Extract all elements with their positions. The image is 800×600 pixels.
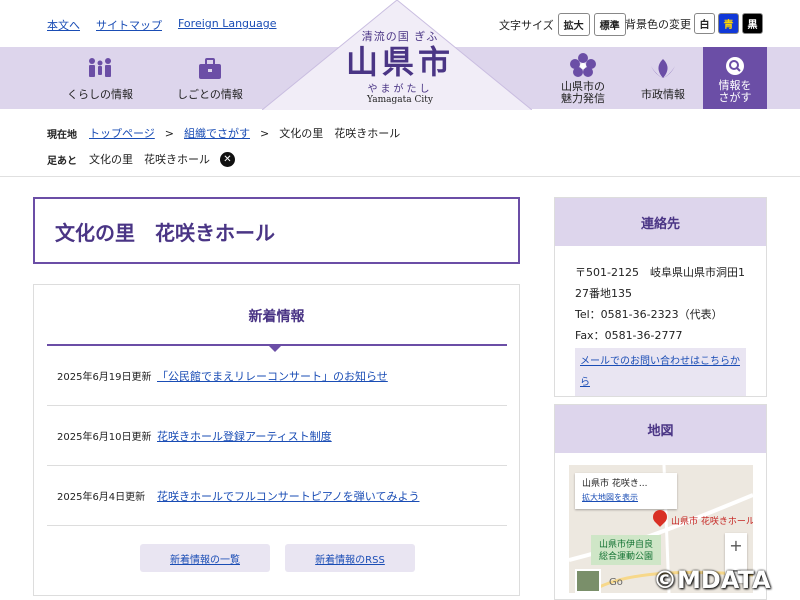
breadcrumb-current: 現在地 トップページ > 組織でさがす > 文化の里 花咲きホール <box>47 125 400 141</box>
news-item: 2025年6月10日更新 花咲きホール登録アーティスト制度 <box>47 406 507 466</box>
news-buttons: 新着情報の一覧 新着情報のRSS <box>140 544 415 572</box>
contact-fax: Fax：0581-36-2777 <box>575 329 683 342</box>
nav-shigoto[interactable]: しごとの情報 <box>160 56 260 108</box>
watermark: ©MDATA <box>653 566 771 594</box>
nav-search-label: 情報を さがす <box>703 80 767 104</box>
logo-kana: やまがたし <box>367 84 433 95</box>
nav-kurashi[interactable]: くらしの情報 <box>50 56 150 108</box>
map-park-line2: 総合運動公園 <box>599 552 654 562</box>
news-item: 2025年6月19日更新 「公民館でまえリレーコンサート」のお知らせ <box>47 346 507 406</box>
news-date: 2025年6月19日更新 <box>57 372 152 383</box>
breadcrumb-separator: > <box>260 126 270 140</box>
bg-black-button[interactable]: 黒 <box>742 13 763 34</box>
map-park-line1: 山県市伊自良 <box>599 540 654 550</box>
nav-miryoku-line2: 魅力発信 <box>561 92 605 105</box>
sitemap-link[interactable]: サイトマップ <box>96 17 162 33</box>
page-title: 文化の里 花咲きホール <box>55 221 275 245</box>
news-date: 2025年6月10日更新 <box>57 432 152 443</box>
page-title-box: 文化の里 花咲きホール <box>33 197 520 264</box>
breadcrumb: 現在地 トップページ > 組織でさがす > 文化の里 花咲きホール 足あと 文化… <box>47 125 400 167</box>
bg-color-label: 背景色の変更 <box>625 17 691 31</box>
close-icon[interactable]: ✕ <box>220 151 235 167</box>
nav-shigoto-label: しごとの情報 <box>177 88 243 101</box>
nav-search[interactable]: 情報を さがす <box>703 47 767 109</box>
breadcrumb-separator: > <box>164 126 174 140</box>
news-link[interactable]: 花咲きホール登録アーティスト制度 <box>157 428 332 444</box>
map-pin-label: 山県市 花咲きホール <box>671 517 753 527</box>
zoom-in-button[interactable]: + <box>725 533 747 558</box>
contact-address-2: 27番地135 <box>575 287 632 300</box>
site-logo[interactable]: 清流の国 ぎふ 山県市 やまがたし Yamagata City <box>330 28 470 105</box>
family-icon <box>89 58 111 77</box>
news-link[interactable]: 花咲きホールでフルコンサートピアノを弾いてみよう <box>157 488 419 504</box>
briefcase-icon <box>199 58 221 79</box>
news-link[interactable]: 「公民館でまえリレーコンサート」のお知らせ <box>157 368 388 384</box>
flower-icon <box>570 53 596 77</box>
breadcrumb-current-page: 文化の里 花咲きホール <box>279 127 401 140</box>
bg-white-button[interactable]: 白 <box>694 13 715 34</box>
logo-tagline: 清流の国 ぎふ <box>361 30 439 43</box>
footprint: 足あと 文化の里 花咲きホール ✕ <box>47 151 400 167</box>
search-icon <box>726 57 744 75</box>
map-park-label: 山県市伊自良 総合運動公園 <box>599 539 653 563</box>
skip-to-content-link[interactable]: 本文へ <box>47 17 80 33</box>
breadcrumb-top-link[interactable]: トップページ <box>89 125 155 141</box>
city-emblem-icon <box>651 59 675 78</box>
news-title: 新着情報 <box>248 309 305 325</box>
map-enlarge-link[interactable]: 拡大地図を表示 <box>582 493 638 502</box>
contact-title: 連絡先 <box>555 198 766 246</box>
news-list-button[interactable]: 新着情報の一覧 <box>140 544 270 572</box>
contact-tel: Tel：0581-36-2323（代表） <box>575 308 723 321</box>
bg-blue-button[interactable]: 青 <box>718 13 739 34</box>
news-item: 2025年6月4日更新 花咲きホールでフルコンサートピアノを弾いてみよう <box>47 466 507 526</box>
divider <box>0 176 800 177</box>
nav-shisei-label: 市政情報 <box>641 88 685 101</box>
contact-address-1: 〒501-2125 岐阜県山県市洞田1 <box>575 266 745 279</box>
bg-color-control: 背景色の変更 白 青 黒 <box>625 13 763 34</box>
nav-shisei[interactable]: 市政情報 <box>613 56 713 108</box>
news-date: 2025年6月4日更新 <box>57 492 146 503</box>
map-title: 地図 <box>555 405 766 453</box>
font-standard-button[interactable]: 標準 <box>593 13 626 36</box>
font-enlarge-button[interactable]: 拡大 <box>557 13 590 36</box>
logo-english: Yamagata City <box>367 95 433 105</box>
contact-body: 〒501-2125 岐阜県山県市洞田1 27番地135 Tel：0581-36-… <box>555 246 766 412</box>
footprint-label: 足あと <box>47 155 77 167</box>
contact-mail-link[interactable]: メールでのお問い合わせはこちらから <box>575 348 746 396</box>
breadcrumb-org-link[interactable]: 組織でさがす <box>184 125 250 141</box>
utility-links: 本文へ サイトマップ Foreign Language <box>47 17 277 33</box>
map-satellite-thumbnail[interactable] <box>575 569 601 593</box>
nav-search-line2: さがす <box>718 91 752 104</box>
contact-box: 連絡先 〒501-2125 岐阜県山県市洞田1 27番地135 Tel：0581… <box>554 197 767 397</box>
logo-name: 山県市 <box>345 43 454 81</box>
news-list: 2025年6月19日更新 「公民館でまえリレーコンサート」のお知らせ 2025年… <box>47 346 507 526</box>
google-logo: Go <box>609 577 623 588</box>
map-info-card: 山県市 花咲き... 拡大地図を表示 <box>575 473 677 509</box>
news-section: 新着情報 2025年6月19日更新 「公民館でまえリレーコンサート」のお知らせ … <box>33 284 520 596</box>
map-card-title: 山県市 花咲き... <box>582 479 648 489</box>
news-rss-button[interactable]: 新着情報のRSS <box>285 544 415 572</box>
breadcrumb-current-label: 現在地 <box>47 129 77 141</box>
nav-kurashi-label: くらしの情報 <box>67 88 133 101</box>
footprint-item[interactable]: 文化の里 花咲きホール <box>89 151 210 167</box>
